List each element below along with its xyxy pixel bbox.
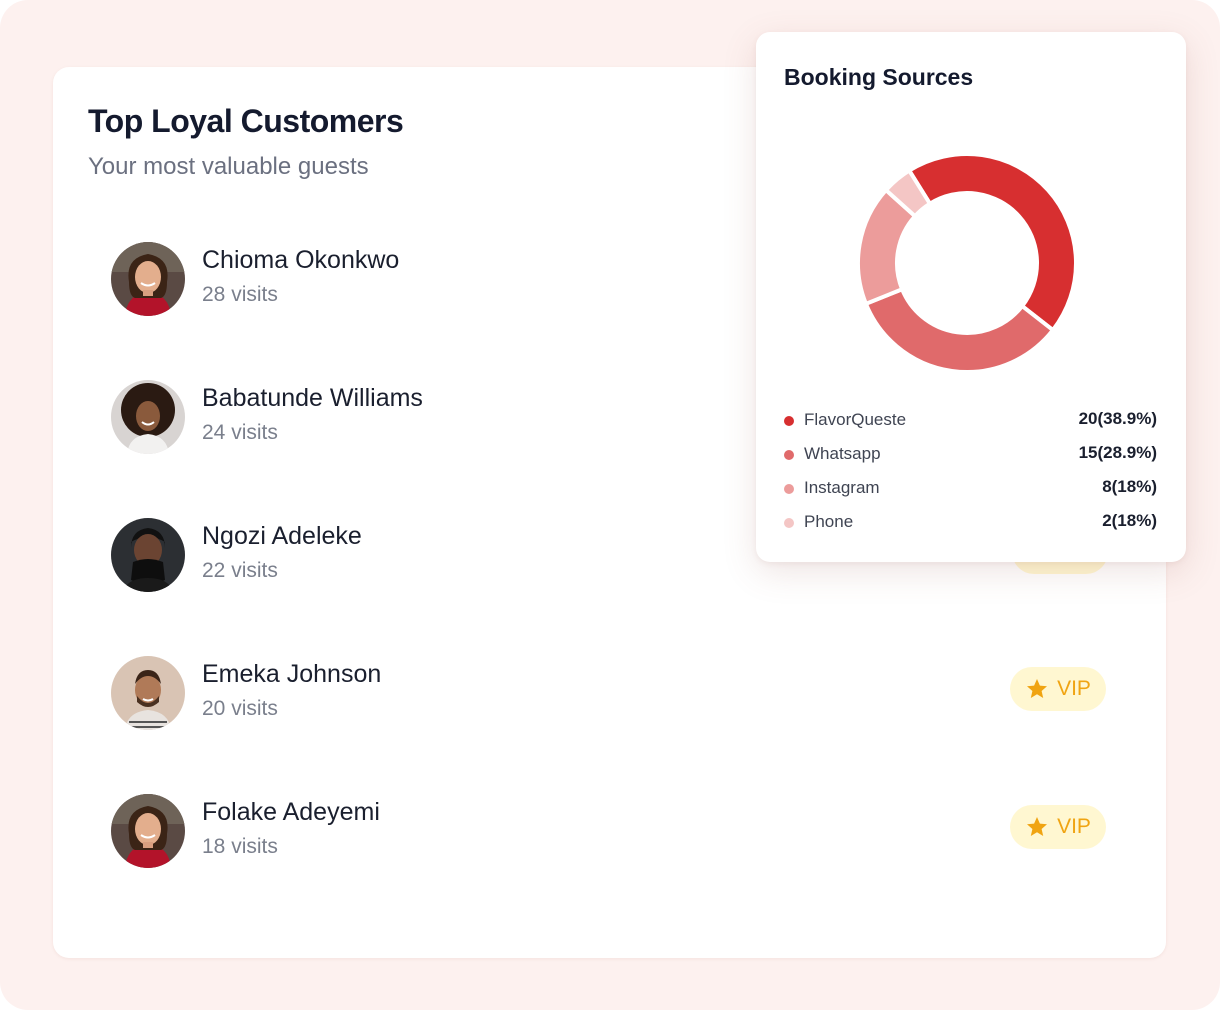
customer-row[interactable]: Folake Adeyemi 18 visits VIP [111, 794, 1111, 870]
card-subtitle: Your most valuable guests [88, 153, 369, 180]
legend-item: Instagram 8(18%) [784, 474, 1157, 508]
customer-name: Emeka Johnson [202, 660, 382, 688]
booking-sources-title: Booking Sources [784, 64, 974, 90]
avatar [111, 656, 185, 730]
legend-dot [784, 484, 794, 494]
avatar [111, 794, 185, 868]
legend-dot [784, 450, 794, 460]
customer-name: Ngozi Adeleke [202, 522, 362, 550]
vip-badge-label: VIP [1057, 677, 1091, 700]
star-icon [1027, 679, 1048, 698]
avatar [111, 242, 185, 316]
legend-item: Whatsapp 15(28.9%) [784, 440, 1157, 474]
customer-name: Chioma Okonkwo [202, 246, 400, 274]
legend-value: 2(18%) [1102, 511, 1157, 530]
vip-badge: VIP [1010, 667, 1106, 711]
customer-name: Babatunde Williams [202, 384, 423, 412]
customer-visits: 24 visits [202, 421, 278, 444]
customer-name: Folake Adeyemi [202, 798, 380, 826]
card-title: Top Loyal Customers [88, 103, 404, 139]
legend-label: Whatsapp [804, 444, 881, 463]
legend-dot [784, 416, 794, 426]
legend-label: Phone [804, 512, 854, 531]
booking-sources-card: Booking Sources FlavorQueste 20(38.9%) W… [756, 32, 1186, 562]
star-icon [1027, 817, 1048, 836]
legend-label: FlavorQueste [804, 410, 907, 429]
customer-visits: 18 visits [202, 835, 278, 858]
donut-chart [856, 152, 1078, 374]
legend-value: 20(38.9%) [1078, 409, 1157, 428]
avatar [111, 380, 185, 454]
legend-item: FlavorQueste 20(38.9%) [784, 406, 1157, 440]
donut-slice-flavorqueste[interactable] [907, 152, 1078, 333]
vip-badge-label: VIP [1057, 815, 1091, 838]
legend-dot [784, 518, 794, 528]
customer-visits: 22 visits [202, 559, 278, 582]
chart-legend: FlavorQueste 20(38.9%) Whatsapp 15(28.9%… [784, 406, 1157, 542]
legend-value: 15(28.9%) [1078, 443, 1157, 462]
customer-row[interactable]: Emeka Johnson 20 visits VIP [111, 656, 1111, 732]
avatar [111, 518, 185, 592]
legend-value: 8(18%) [1102, 477, 1157, 496]
customer-visits: 28 visits [202, 283, 278, 306]
legend-item: Phone 2(18%) [784, 508, 1157, 542]
vip-badge: VIP [1010, 805, 1106, 849]
customer-visits: 20 visits [202, 697, 278, 720]
legend-label: Instagram [804, 478, 880, 497]
